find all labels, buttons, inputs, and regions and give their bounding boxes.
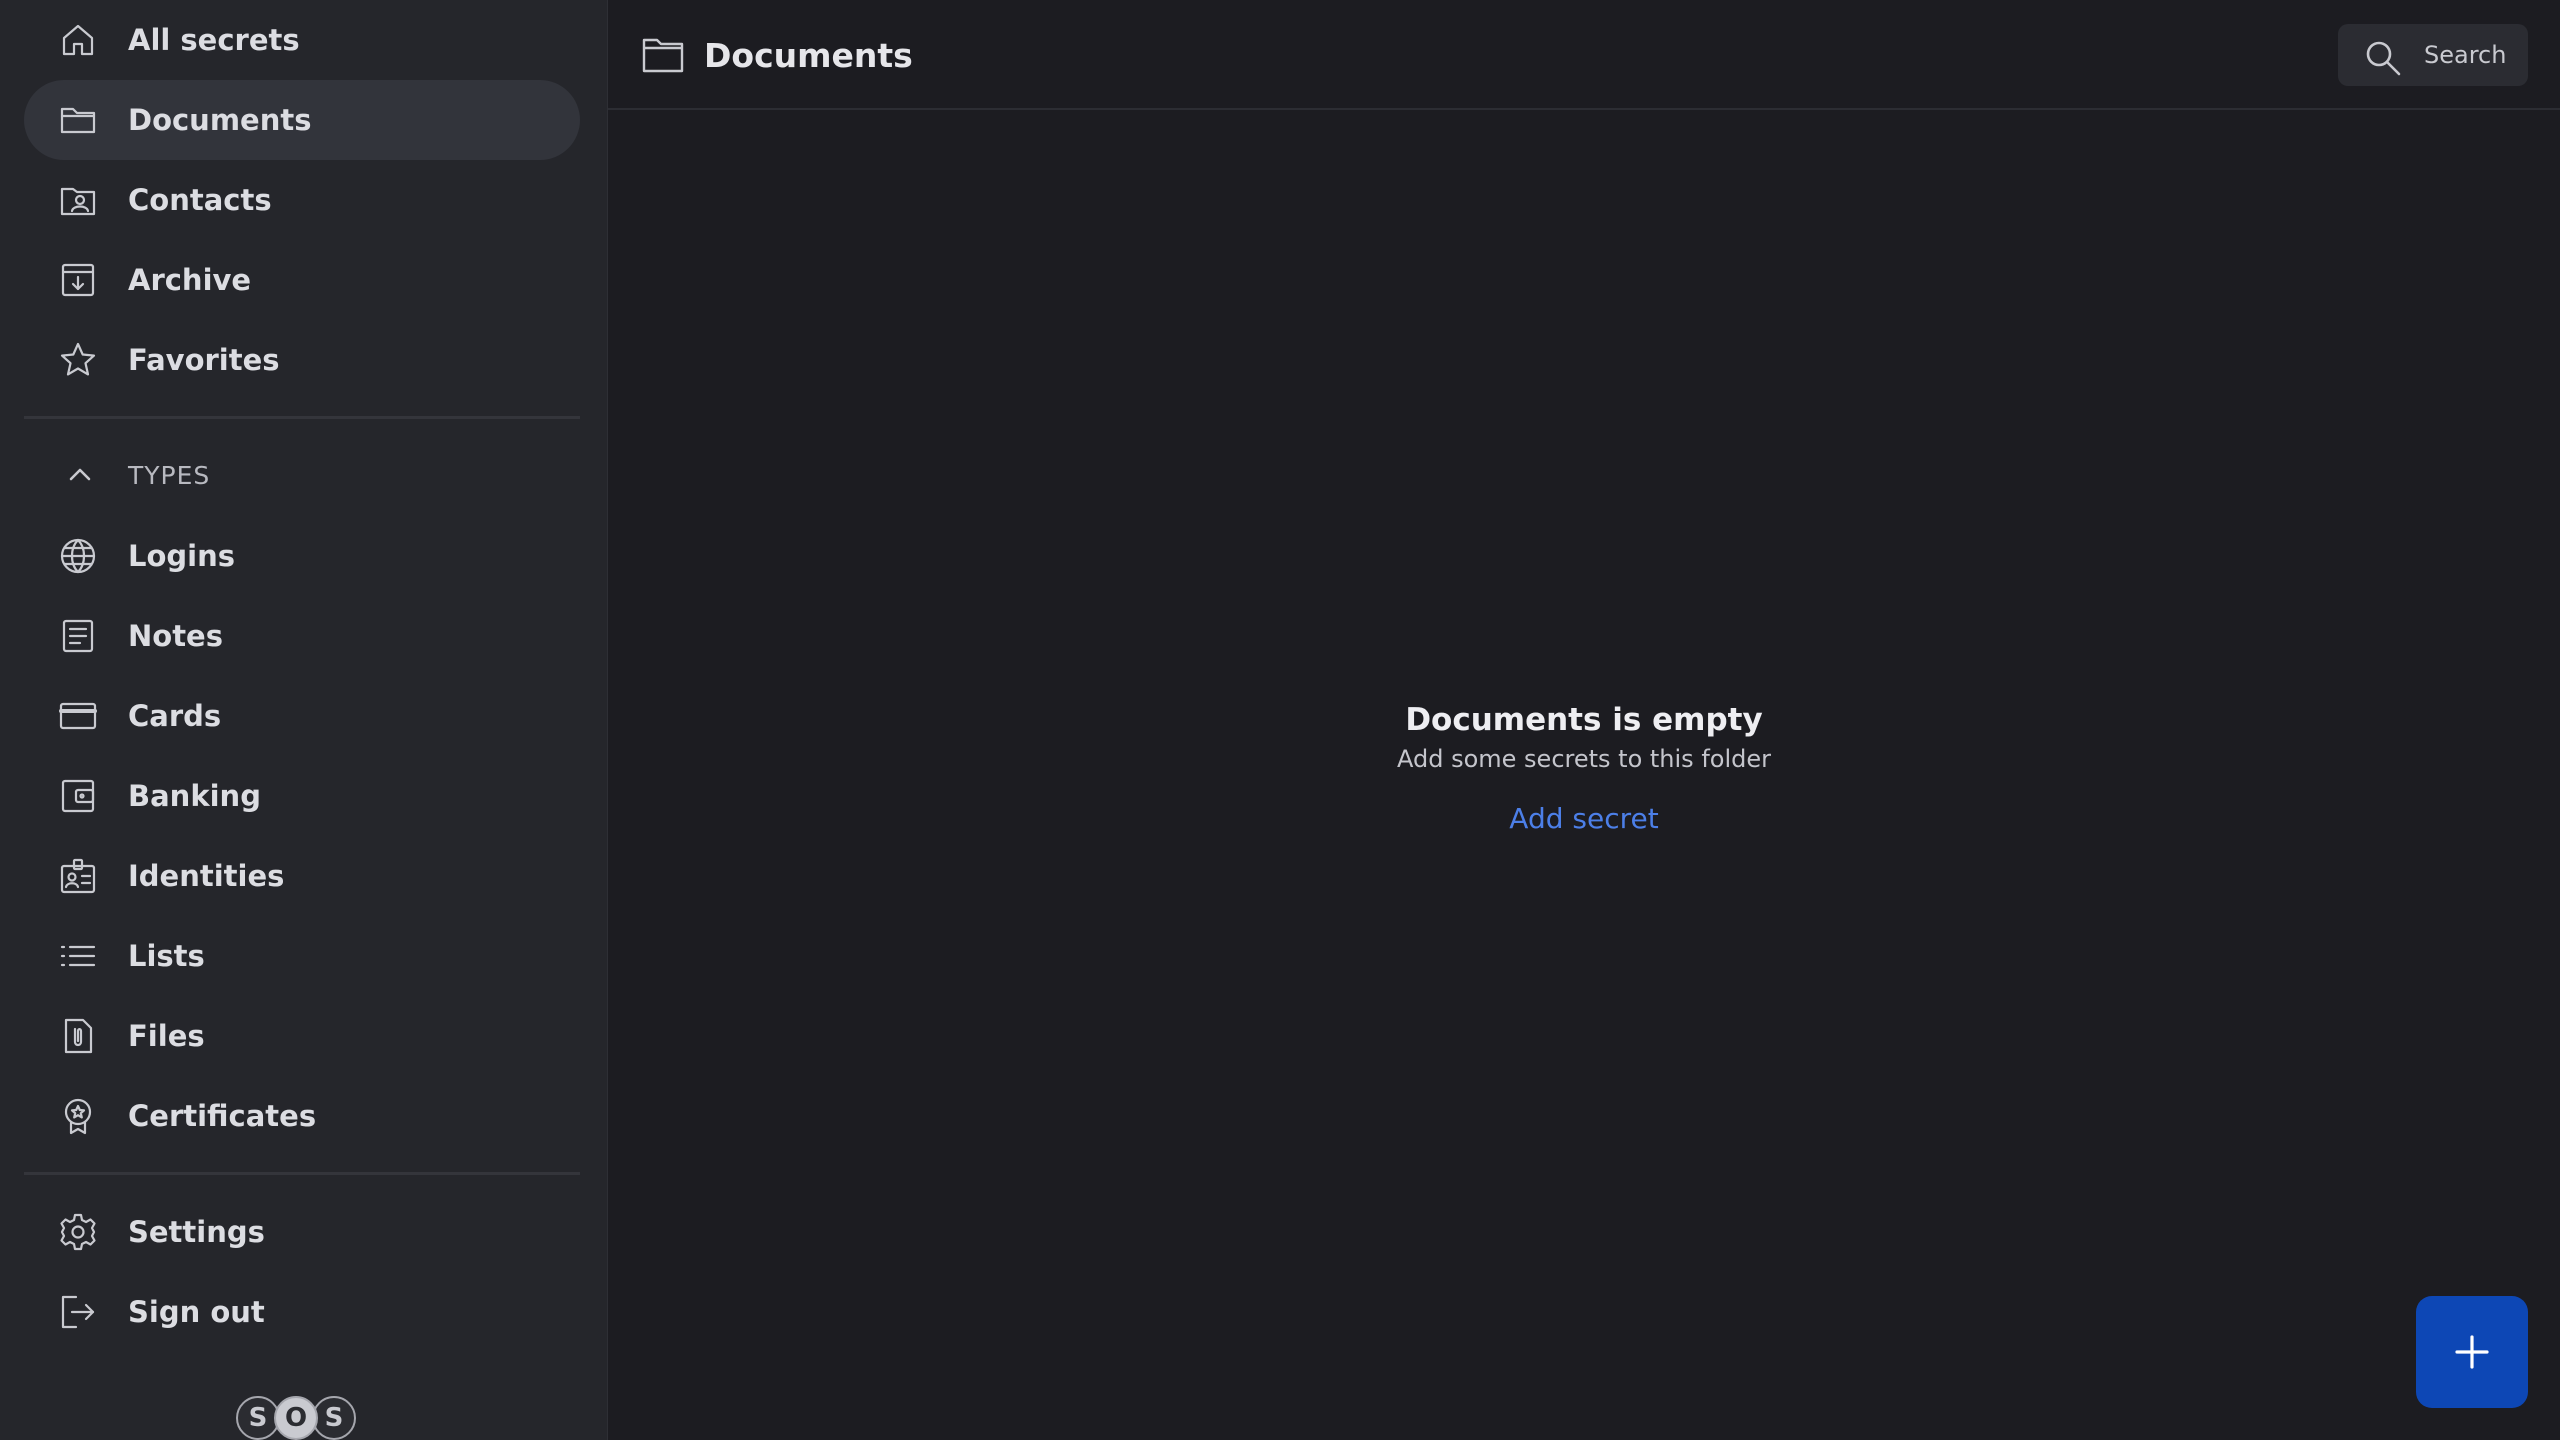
sidebar-item-favorites[interactable]: Favorites [24,320,580,400]
sidebar-item-label: Files [128,1019,205,1053]
sidebar-item-label: Settings [128,1215,265,1249]
add-button[interactable] [2416,1296,2528,1408]
sidebar-item-label: Archive [128,263,252,297]
sidebar-item-settings[interactable]: Settings [24,1192,580,1272]
sidebar-item-label: Notes [128,619,223,653]
search-button-label: Search [2424,41,2507,69]
globe-icon [58,536,98,576]
add-secret-link[interactable]: Add secret [1509,802,1658,835]
sidebar-item-label: Sign out [128,1295,265,1329]
top-bar: Documents Search [608,0,2560,110]
contacts-icon [58,180,98,220]
sidebar-item-label: All secrets [128,23,300,57]
types-section-toggle[interactable]: TYPES [24,445,580,505]
sidebar-item-archive[interactable]: Archive [24,240,580,320]
paperclip-file-icon [58,1016,98,1056]
star-icon [58,340,98,380]
sidebar-item-cards[interactable]: Cards [24,676,580,756]
credit-card-icon [58,696,98,736]
page-title: Documents [704,35,913,75]
empty-state-subtext: Add some secrets to this folder [1397,745,1771,773]
sidebar-item-label: Identities [128,859,285,893]
sidebar-item-sign-out[interactable]: Sign out [24,1272,580,1352]
list-icon [58,936,98,976]
sidebar-item-logins[interactable]: Logins [24,516,580,596]
main-content: Documents Search Documents is empty Add … [608,0,2560,1440]
empty-state-heading: Documents is empty [1405,702,1763,738]
id-badge-icon [58,856,98,896]
sidebar-item-all-secrets[interactable]: All secrets [24,0,580,80]
award-icon [58,1096,98,1136]
types-section-label: TYPES [128,460,211,490]
app-window: All secrets Documents Contacts Archive F [0,0,2560,1440]
folder-icon [58,100,98,140]
sidebar-item-label: Banking [128,779,261,813]
sidebar-item-lists[interactable]: Lists [24,916,580,996]
archive-icon [58,260,98,300]
sidebar-item-label: Cards [128,699,222,733]
app-logo: S O S [236,1396,366,1440]
sidebar-item-banking[interactable]: Banking [24,756,580,836]
sidebar-item-notes[interactable]: Notes [24,596,580,676]
sidebar-item-certificates[interactable]: Certificates [24,1076,580,1156]
sidebar-item-files[interactable]: Files [24,996,580,1076]
sidebar-item-contacts[interactable]: Contacts [24,160,580,240]
sidebar-item-label: Logins [128,539,236,573]
sidebar-item-label: Documents [128,103,312,137]
empty-state: Documents is empty Add some secrets to t… [608,698,2560,835]
sidebar: All secrets Documents Contacts Archive F [0,0,608,1440]
sidebar-item-label: Favorites [128,343,280,377]
sidebar-item-identities[interactable]: Identities [24,836,580,916]
sidebar-divider [24,416,580,419]
sidebar-item-label: Certificates [128,1099,317,1133]
plus-icon [2455,1335,2489,1369]
search-button[interactable]: Search [2338,24,2528,86]
sidebar-item-label: Lists [128,939,205,973]
wallet-icon [58,776,98,816]
search-icon [2364,39,2402,77]
sidebar-item-label: Contacts [128,183,272,217]
note-icon [58,616,98,656]
home-icon [58,20,98,60]
sidebar-item-documents[interactable]: Documents [24,80,580,160]
folder-icon [642,36,684,74]
gear-icon [58,1212,98,1252]
sidebar-divider [24,1172,580,1175]
chevron-up-icon [64,459,96,491]
sign-out-icon [58,1292,98,1332]
